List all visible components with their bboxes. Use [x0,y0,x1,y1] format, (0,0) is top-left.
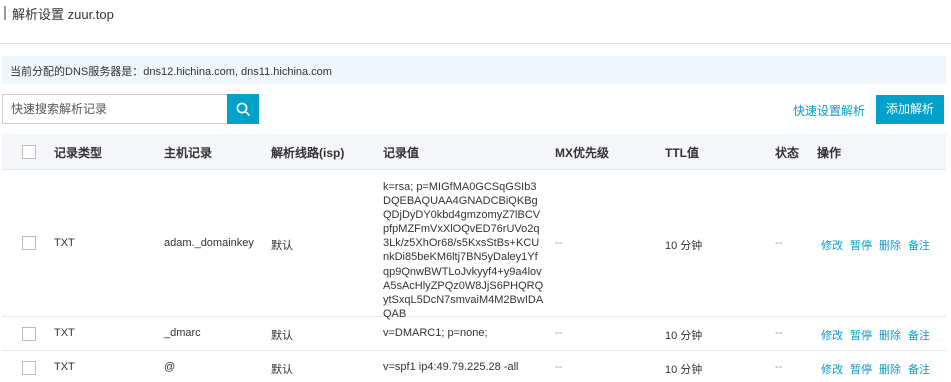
record-line: 默认 [271,240,293,252]
record-value: v=spf1 ip4:49.79.225.28 -all [383,361,519,373]
page-title: 解析设置 zuur.top [12,7,114,22]
column-host: 主机记录 [164,146,213,160]
row-checkbox[interactable] [22,327,36,341]
row-checkbox[interactable] [22,361,36,375]
delete-link[interactable]: 删除 [879,364,901,376]
record-value-line: qp9QnwBWTLoJvkyyf4+y9a4lov [383,265,542,278]
record-ops: 修改 暂停 删除 备注 [821,327,937,343]
record-line: 默认 [271,364,293,376]
record-value-line: A5sAcHlyZPQz0W8JjS6PHQRQ [383,279,544,292]
record-value-line: nkDi85beKM6ltj7BN5yDaley1Yf [383,251,538,264]
record-value-line: pfpMZFmVxXlOQvED76rUVo2q [383,223,540,236]
record-value: v=DMARC1; p=none; [383,327,488,339]
page-header: 解析设置 zuur.top [0,0,951,44]
record-line: 默认 [271,330,293,342]
record-mx: -- [555,237,563,249]
record-value: k=rsa; p=MIGfMA0GCSqGSIb3 DQEBAQUAA4GNAD… [383,180,543,321]
dns-server-notice: 当前分配的DNS服务器是：dns12.hichina.com, dns11.hi… [2,56,946,84]
delete-link[interactable]: 删除 [879,330,901,342]
edit-link[interactable]: 修改 [821,330,843,342]
record-host: adam._domainkey [164,237,254,249]
record-search [2,94,259,124]
column-status: 状态 [775,146,800,160]
record-ops: 修改 暂停 删除 备注 [821,237,937,253]
records-table: 记录类型 主机记录 解析线路(isp) 记录值 MX优先级 TTL值 状态 操作… [2,134,946,382]
record-status: -- [775,237,783,249]
record-value-line: DQEBAQUAA4GNADCBiQKBg [383,195,538,208]
note-link[interactable]: 备注 [908,364,930,376]
search-icon [236,102,250,116]
table-row: TXT adam._domainkey 默认 k=rsa; p=MIGfMA0G… [2,170,946,320]
search-input[interactable] [2,94,228,124]
record-mx: -- [555,327,563,339]
edit-link[interactable]: 修改 [821,240,843,252]
record-type: TXT [54,327,75,339]
record-ttl: 10 分钟 [665,240,703,252]
record-ttl: 10 分钟 [665,330,703,342]
pause-link[interactable]: 暂停 [850,364,872,376]
pause-link[interactable]: 暂停 [850,240,872,252]
dns-server-notice-text: 当前分配的DNS服务器是：dns12.hichina.com, dns11.hi… [10,66,332,78]
pause-link[interactable]: 暂停 [850,330,872,342]
delete-link[interactable]: 删除 [879,240,901,252]
column-type: 记录类型 [54,146,103,160]
record-value-line: 3Lk/z5XhOr68/s5KxsStBs+KCU [383,237,540,250]
record-value-line: QDjDyDY0kbd4gmzomyZ7lBCV [383,209,541,222]
column-mx: MX优先级 [555,146,610,160]
column-line: 解析线路(isp) [271,146,345,160]
record-ops: 修改 暂停 删除 备注 [821,361,937,377]
column-ops: 操作 [817,146,842,160]
record-mx: -- [555,361,563,373]
edit-link[interactable]: 修改 [821,364,843,376]
note-link[interactable]: 备注 [908,240,930,252]
record-host: _dmarc [164,327,201,339]
record-type: TXT [54,361,75,373]
record-type: TXT [54,237,75,249]
title-accent-bar [4,6,6,20]
column-value: 记录值 [383,146,420,160]
add-record-button[interactable]: 添加解析 [876,95,944,124]
record-value-line: ytSxqL5DcN7smvaiM4M2BwIDA [383,293,544,306]
search-button[interactable] [227,94,259,124]
column-ttl: TTL值 [665,146,699,160]
table-header: 记录类型 主机记录 解析线路(isp) 记录值 MX优先级 TTL值 状态 操作 [2,134,946,170]
table-row: TXT _dmarc 默认 v=DMARC1; p=none; -- 10 分钟… [2,317,946,351]
quick-setup-link[interactable]: 快速设置解析 [793,102,865,119]
select-all-checkbox[interactable] [22,145,36,159]
table-row: TXT @ 默认 v=spf1 ip4:49.79.225.28 -all --… [2,351,946,382]
record-status: -- [775,361,783,373]
record-value-line: k=rsa; p=MIGfMA0GCSqGSIb3 [383,181,537,193]
row-checkbox[interactable] [22,236,36,250]
record-status: -- [775,327,783,339]
note-link[interactable]: 备注 [908,330,930,342]
record-ttl: 10 分钟 [665,364,703,376]
record-host: @ [164,361,176,373]
